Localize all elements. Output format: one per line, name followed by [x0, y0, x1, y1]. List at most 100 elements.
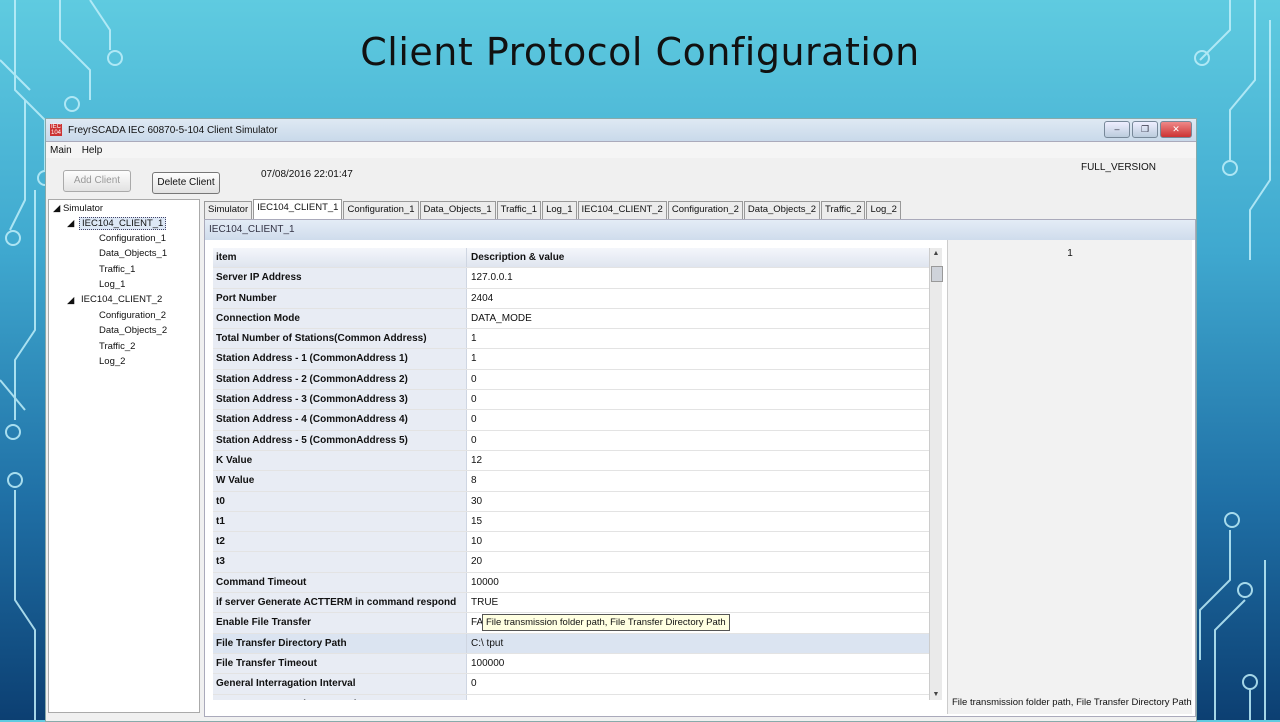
- row-value[interactable]: 20: [467, 552, 929, 571]
- minimize-button[interactable]: –: [1104, 121, 1130, 138]
- tree-node-data-objects-1[interactable]: Data_Objects_1: [99, 248, 167, 259]
- tab-data-objects-2[interactable]: Data_Objects_2: [743, 201, 821, 219]
- row-value[interactable]: 0: [467, 674, 929, 693]
- tree-node-traffic-2[interactable]: Traffic_2: [99, 341, 135, 352]
- tooltip: File transmission folder path, File Tran…: [482, 614, 730, 631]
- row-value[interactable]: 127.0.0.1: [467, 268, 929, 287]
- app-icon: IEC 104: [50, 124, 62, 136]
- table-row[interactable]: Station Address - 2 (CommonAddress 2) 0: [213, 369, 929, 391]
- row-value[interactable]: 12: [467, 451, 929, 470]
- row-value[interactable]: 10000: [467, 573, 929, 592]
- row-value[interactable]: 0: [467, 431, 929, 450]
- tab-log-2[interactable]: Log_2: [866, 201, 901, 219]
- table-row[interactable]: General Interragation Interval 0: [213, 674, 929, 695]
- table-row[interactable]: t0 30: [213, 491, 929, 512]
- row-value[interactable]: 8: [467, 471, 929, 490]
- grid-scrollbar[interactable]: ▲ ▼: [929, 248, 943, 700]
- row-value[interactable]: 0: [467, 410, 929, 429]
- table-row[interactable]: Station Address - 3 (CommonAddress 3) 0: [213, 390, 929, 411]
- tab-client-2[interactable]: IEC104_CLIENT_2: [577, 201, 667, 219]
- tab-traffic-1[interactable]: Traffic_1: [496, 201, 542, 219]
- window-title: FreyrSCADA IEC 60870-5-104 Client Simula…: [68, 124, 278, 136]
- row-value[interactable]: C:\ tput: [467, 633, 929, 653]
- tab-client-1[interactable]: IEC104_CLIENT_1: [253, 199, 343, 219]
- row-value[interactable]: DATA_MODE: [467, 309, 929, 328]
- add-client-button[interactable]: Add Client: [63, 170, 131, 192]
- table-row[interactable]: File Transfer Directory Path C:\ tput: [213, 633, 929, 654]
- table-row[interactable]: Connection Mode DATA_MODE: [213, 308, 929, 330]
- scroll-thumb[interactable]: [931, 266, 943, 282]
- row-item-label: File Transfer Timeout: [213, 653, 467, 674]
- row-value[interactable]: 30: [467, 492, 929, 511]
- column-header-value[interactable]: Description & value: [467, 248, 929, 268]
- table-row[interactable]: Total Number of Stations(Common Address)…: [213, 329, 929, 350]
- tree-node-data-objects-2[interactable]: Data_Objects_2: [99, 325, 167, 336]
- row-item-label: Enable File Transfer: [213, 613, 467, 633]
- tree-node-configuration-2[interactable]: Configuration_2: [99, 310, 166, 321]
- row-value[interactable]: 10: [467, 532, 929, 551]
- tree-expand-icon[interactable]: ◢: [67, 295, 74, 306]
- row-item-label: t0: [213, 491, 467, 511]
- table-row[interactable]: t2 10: [213, 532, 929, 553]
- table-row[interactable]: if server Generate ACTTERM in command re…: [213, 593, 929, 614]
- restore-button[interactable]: ❐: [1132, 121, 1158, 138]
- tab-traffic-2[interactable]: Traffic_2: [821, 201, 866, 219]
- tab-simulator[interactable]: Simulator: [204, 201, 253, 219]
- row-value[interactable]: 0: [467, 370, 929, 389]
- tree-expand-icon[interactable]: ◢: [67, 218, 74, 229]
- row-item-label: K Value: [213, 450, 467, 471]
- table-row[interactable]: t1 15: [213, 511, 929, 533]
- close-button[interactable]: ✕: [1160, 121, 1192, 138]
- table-row[interactable]: Group 1 Interragation Interval0: [213, 694, 929, 700]
- tree-node-log-1[interactable]: Log_1: [99, 279, 125, 290]
- title-bar: IEC 104 FreyrSCADA IEC 60870-5-104 Clien…: [46, 119, 1196, 142]
- row-value[interactable]: 100000: [467, 654, 929, 673]
- row-value[interactable]: 1: [467, 329, 929, 348]
- scroll-up-icon[interactable]: ▲: [930, 250, 942, 257]
- table-row[interactable]: W Value 8: [213, 471, 929, 492]
- table-row[interactable]: Port Number 2404: [213, 288, 929, 309]
- row-item-label: Port Number: [213, 288, 467, 308]
- menu-bar: Main Help: [46, 142, 1196, 158]
- client-panel: IEC104_CLIENT_1 item Description & value…: [204, 219, 1196, 717]
- toolbar: Add Client Delete Client 07/08/2016 22:0…: [46, 158, 1196, 198]
- panel-title: IEC104_CLIENT_1: [205, 220, 1195, 240]
- description-text: File transmission folder path, File Tran…: [952, 697, 1192, 708]
- table-row[interactable]: File Transfer Timeout 100000: [213, 653, 929, 675]
- menu-help[interactable]: Help: [82, 145, 103, 156]
- tab-data-objects-1[interactable]: Data_Objects_1: [419, 201, 496, 219]
- description-pane: 1 File transmission folder path, File Tr…: [947, 240, 1192, 714]
- table-row[interactable]: t3 20: [213, 552, 929, 573]
- table-row[interactable]: Station Address - 5 (CommonAddress 5) 0: [213, 430, 929, 451]
- tree-node-client-1[interactable]: IEC104_CLIENT_1: [79, 217, 167, 230]
- tree-node-configuration-1[interactable]: Configuration_1: [99, 233, 166, 244]
- column-header-item[interactable]: item: [213, 248, 467, 268]
- row-value[interactable]: TRUE: [467, 593, 929, 612]
- tree-node-simulator[interactable]: ◢ Simulator: [53, 203, 103, 214]
- tree-node-log-2[interactable]: Log_2: [99, 356, 125, 367]
- navigation-tree: ◢ Simulator ◢ IEC104_CLIENT_1 Configurat…: [48, 199, 200, 713]
- description-number: 1: [1067, 248, 1073, 259]
- tree-expand-icon[interactable]: ◢: [53, 203, 63, 214]
- tree-node-client-2[interactable]: IEC104_CLIENT_2: [81, 294, 162, 305]
- row-value[interactable]: 1: [467, 349, 929, 368]
- table-row[interactable]: Server IP Address 127.0.0.1: [213, 268, 929, 289]
- table-row[interactable]: Station Address - 4 (CommonAddress 4) 0: [213, 410, 929, 431]
- table-row[interactable]: Station Address - 1 (CommonAddress 1) 1: [213, 349, 929, 370]
- row-value[interactable]: 0: [467, 390, 929, 409]
- delete-client-button[interactable]: Delete Client: [152, 172, 220, 194]
- row-item-label: Server IP Address: [213, 268, 467, 288]
- tab-log-1[interactable]: Log_1: [542, 201, 577, 219]
- menu-main[interactable]: Main: [50, 145, 72, 156]
- tab-configuration-2[interactable]: Configuration_2: [667, 201, 743, 219]
- row-value[interactable]: 2404: [467, 289, 929, 308]
- row-item-label: Station Address - 2 (CommonAddress 2): [213, 369, 467, 390]
- table-row[interactable]: Command Timeout 10000: [213, 572, 929, 594]
- scroll-down-icon[interactable]: ▼: [930, 691, 942, 698]
- table-row[interactable]: K Value 12: [213, 450, 929, 472]
- row-item-label: if server Generate ACTTERM in command re…: [213, 593, 467, 613]
- row-value[interactable]: 0: [467, 695, 929, 700]
- tab-configuration-1[interactable]: Configuration_1: [343, 201, 419, 219]
- row-value[interactable]: 15: [467, 512, 929, 531]
- tree-node-traffic-1[interactable]: Traffic_1: [99, 264, 135, 275]
